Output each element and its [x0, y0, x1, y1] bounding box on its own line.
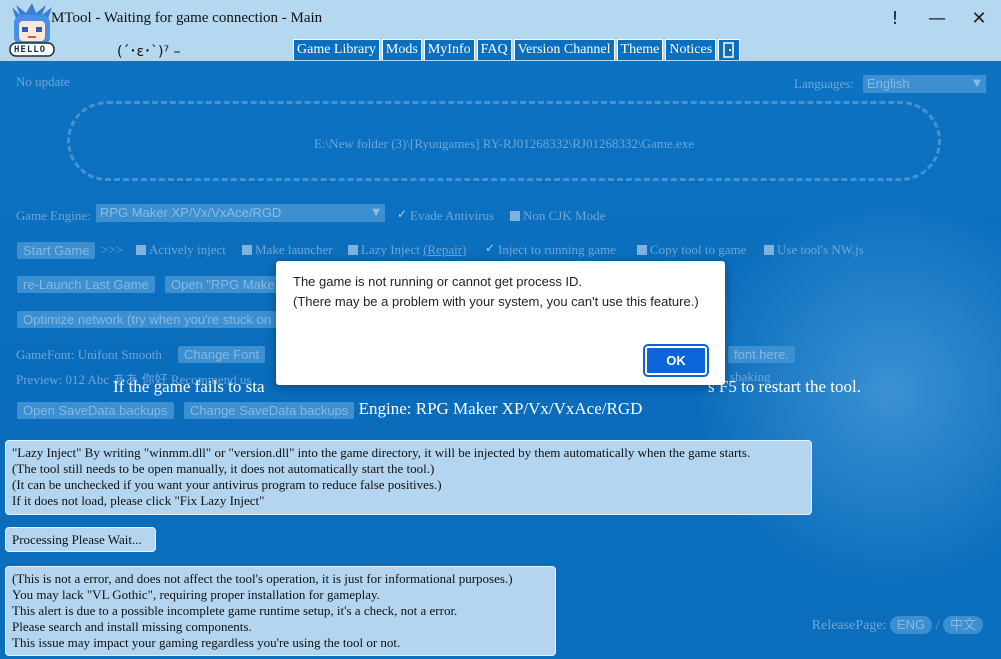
change-font-button[interactable]: Change Font — [178, 346, 266, 363]
actively-inject-option[interactable]: Actively inject — [131, 242, 226, 258]
dialog-line: (There may be a problem with your system… — [293, 294, 699, 309]
repair-link[interactable]: (Repair) — [423, 242, 466, 257]
checkbox-icon[interactable] — [510, 211, 520, 221]
release-zh-button[interactable]: 中文 — [942, 616, 983, 634]
language-value: English — [867, 76, 910, 91]
checkbox-icon[interactable] — [348, 245, 358, 255]
use-nwjs-option[interactable]: Use tool's NW.js — [759, 242, 864, 258]
start-game-button[interactable]: Start Game — [17, 242, 96, 259]
use-nwjs-label: Use tool's NW.js — [777, 242, 864, 257]
make-launcher-option[interactable]: Make launcher — [237, 242, 333, 258]
relaunch-button[interactable]: re-Launch Last Game — [17, 276, 155, 293]
game-path: E:\New folder (3)\[Ryuugames] RY-RJ01268… — [313, 136, 695, 151]
release-label: ReleasePage: — [811, 618, 887, 633]
languages-label: Languages: — [794, 76, 854, 91]
optimize-network-button[interactable]: Optimize network (try when you're stuck … — [17, 311, 279, 328]
checkbox-checked-icon[interactable] — [485, 241, 495, 255]
checkbox-icon[interactable] — [136, 245, 146, 255]
processing-status: Processing Please Wait... — [5, 527, 156, 552]
open-rpg-maker-button[interactable]: Open "RPG Make — [165, 276, 277, 293]
tab-theme[interactable]: Theme — [616, 39, 664, 60]
copy-tool-label: Copy tool to game — [650, 242, 747, 257]
actively-inject-label: Actively inject — [149, 242, 226, 257]
info-line: "Lazy Inject" By writing "winmm.dll" or … — [12, 445, 751, 460]
ok-button[interactable]: OK — [643, 344, 709, 377]
gamefont-label: GameFont: Unifont Smooth — [16, 347, 162, 362]
release-eng-button[interactable]: ENG — [889, 616, 933, 634]
update-status: No update — [16, 74, 70, 89]
lazy-inject-label: Lazy Inject — [361, 242, 420, 257]
title-bar: MTool - Waiting for game connection - Ma… — [0, 0, 1001, 39]
font-here-link[interactable]: font here. — [728, 346, 795, 363]
chevron-down-icon: ▼ — [372, 207, 380, 218]
non-cjk-label: Non CJK Mode — [523, 208, 606, 223]
checkbox-checked-icon[interactable] — [397, 207, 407, 221]
info-line: (This is not a error, and does not affec… — [12, 571, 513, 586]
engine-label: Game Engine: — [16, 208, 91, 223]
tab-version-channel[interactable]: Version Channel — [513, 39, 615, 60]
help-button[interactable]: ! — [880, 6, 910, 32]
info-line: Please search and install missing compon… — [12, 619, 252, 634]
release-page: ReleasePage: ENG / 中文 — [812, 616, 983, 634]
dialog-line: The game is not running or cannot get pr… — [293, 274, 583, 289]
info-line: If it does not load, please click "Fix L… — [12, 493, 265, 508]
minimize-button[interactable]: — — [922, 6, 952, 32]
inject-running-label: Inject to running game — [498, 242, 617, 257]
restart-notice-right: s F5 to restart the tool. — [708, 377, 861, 396]
mascot-avatar-icon: HELLO — [6, 3, 58, 61]
info-line: This alert is due to a possible incomple… — [12, 603, 458, 618]
missing-font-info: (This is not a error, and does not affec… — [5, 566, 556, 656]
make-launcher-label: Make launcher — [255, 242, 333, 257]
engine-line: Engine: RPG Maker XP/Vx/VxAce/RGD — [358, 399, 643, 418]
info-line: You may lack "VL Gothic", requiring prop… — [12, 587, 380, 602]
lazy-inject-option[interactable]: Lazy Inject (Repair) — [343, 242, 466, 258]
info-line: (The tool still needs to be open manuall… — [12, 461, 435, 476]
release-separator: / — [935, 618, 940, 633]
chevron-down-icon: ▼ — [973, 78, 981, 89]
tab-notices[interactable]: Notices — [665, 39, 717, 60]
info-line: This issue may impact your gaming regard… — [12, 635, 401, 650]
checkbox-icon[interactable] — [637, 245, 647, 255]
tab-game-library[interactable]: Game Library — [293, 39, 380, 60]
restart-notice-left: If the game fails to sta — [113, 377, 265, 396]
dialog-message: The game is not running or cannot get pr… — [293, 272, 699, 312]
copy-tool-option[interactable]: Copy tool to game — [632, 242, 746, 258]
exit-door-icon[interactable] — [718, 39, 741, 60]
flow-arrows: >>> — [101, 242, 123, 257]
kaomoji-text: (´･ε･`)⁷ – — [117, 44, 181, 60]
alert-dialog: The game is not running or cannot get pr… — [276, 261, 725, 385]
engine-value: RPG Maker XP/Vx/VxAce/RGD — [100, 205, 282, 220]
checkbox-icon[interactable] — [764, 245, 774, 255]
inject-running-option[interactable]: Inject to running game — [480, 241, 617, 258]
language-select[interactable]: English ▼ — [863, 75, 986, 93]
tab-faq[interactable]: FAQ — [476, 39, 512, 60]
tab-mods[interactable]: Mods — [381, 39, 422, 60]
nav-tabs: Game Library Mods MyInfo FAQ Version Cha… — [293, 39, 741, 60]
lazy-inject-info: "Lazy Inject" By writing "winmm.dll" or … — [5, 440, 812, 515]
tab-myinfo[interactable]: MyInfo — [423, 39, 475, 60]
evade-antivirus-option[interactable]: Evade Antivirus — [392, 207, 495, 224]
non-cjk-option[interactable]: Non CJK Mode — [505, 208, 605, 224]
close-button[interactable]: ✕ — [964, 6, 994, 32]
checkbox-icon[interactable] — [242, 245, 252, 255]
evade-antivirus-label: Evade Antivirus — [410, 208, 495, 223]
game-drop-zone[interactable]: E:\New folder (3)\[Ryuugames] RY-RJ01268… — [67, 101, 941, 181]
tab-row: (´･ε･`)⁷ – Game Library Mods MyInfo FAQ … — [0, 39, 1001, 61]
avatar-hello-text: HELLO — [14, 45, 47, 55]
engine-select[interactable]: RPG Maker XP/Vx/VxAce/RGD ▼ — [96, 204, 385, 222]
info-line: (It can be unchecked if you want your an… — [12, 477, 442, 492]
window-title: MTool - Waiting for game connection - Ma… — [51, 10, 323, 26]
